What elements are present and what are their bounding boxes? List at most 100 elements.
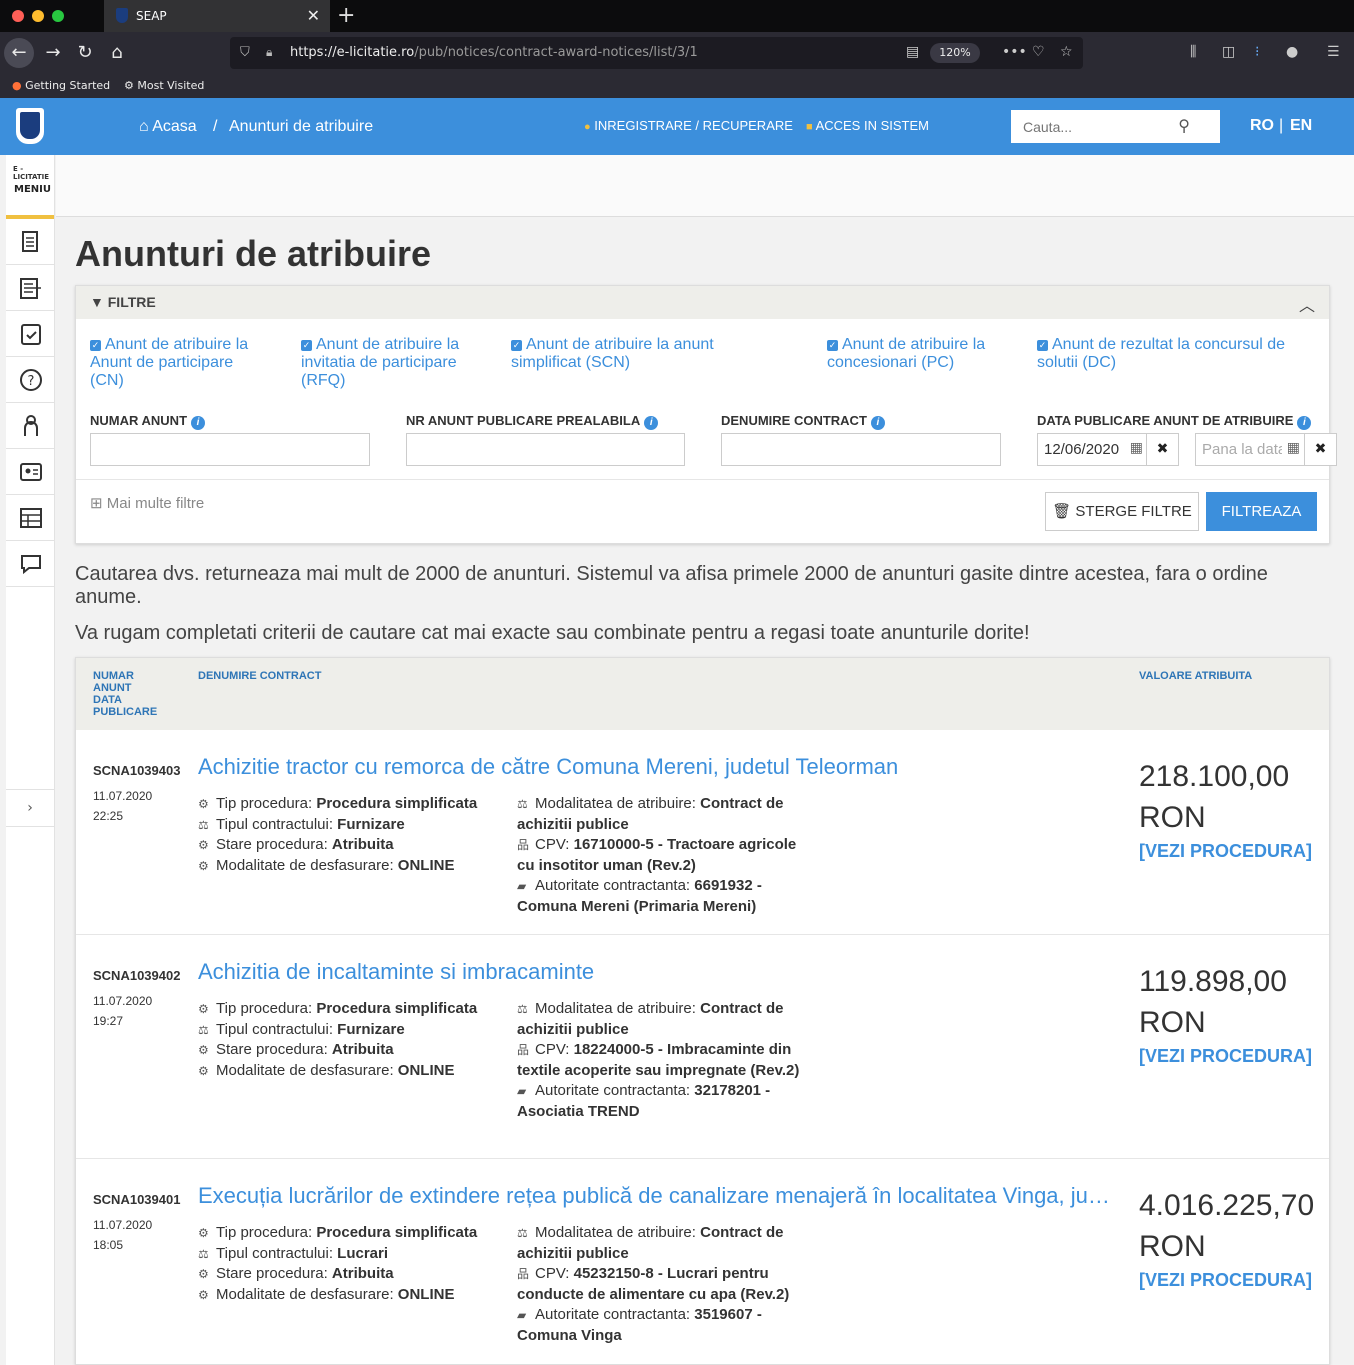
sidebar-item-user[interactable] bbox=[6, 403, 54, 449]
view-procedure-link[interactable]: [VEZI PROCEDURA] bbox=[1139, 1270, 1312, 1291]
info-icon[interactable]: i bbox=[644, 416, 659, 430]
firefox-icon: ● bbox=[12, 79, 22, 92]
sidebar-item-reports[interactable] bbox=[6, 495, 54, 541]
contract-title-link[interactable]: Execuția lucrărilor de extindere rețea p… bbox=[198, 1183, 1118, 1209]
clear-filters-button[interactable]: 🗑︎ STERGE FILTRE bbox=[1045, 492, 1199, 531]
site-logo[interactable] bbox=[16, 108, 44, 144]
breadcrumb-home[interactable]: ⌂ Acasa bbox=[139, 118, 197, 136]
minimize-window-button[interactable] bbox=[32, 10, 44, 22]
table-header: NUMAR ANUNT DATA PUBLICARE DENUMIRE CONT… bbox=[76, 658, 1329, 730]
numar-anunt-input[interactable] bbox=[90, 433, 370, 466]
register-link[interactable]: ● INREGISTRARE / RECUPERARE bbox=[584, 118, 793, 133]
lang-ro-link[interactable]: RO bbox=[1250, 117, 1274, 135]
date-to-field[interactable]: Pana la data ▦ bbox=[1195, 433, 1307, 466]
briefcase-icon: ▰ bbox=[517, 1084, 527, 1098]
filter-icon: ▼ bbox=[90, 294, 104, 310]
info-icon[interactable]: i bbox=[1297, 416, 1312, 430]
sidebar-toggle-icon[interactable]: ◫ bbox=[1222, 44, 1235, 60]
calendar-icon[interactable]: ▦ bbox=[1287, 440, 1300, 456]
apply-filter-button[interactable]: FILTREAZA bbox=[1206, 492, 1317, 531]
close-tab-icon[interactable]: ✕ bbox=[307, 6, 320, 25]
search-icon[interactable]: ⚲ bbox=[1178, 116, 1190, 135]
lock-icon[interactable]: 🔒︎ bbox=[266, 45, 272, 60]
reader-view-icon[interactable]: ▤ bbox=[906, 44, 919, 60]
bookmark-getting-started[interactable]: ● Getting Started bbox=[12, 79, 110, 92]
clear-date-from-button[interactable]: ✖ bbox=[1146, 433, 1179, 466]
checkbox-pc[interactable]: ✓ Anunt de atribuire la concesionari (PC) bbox=[827, 336, 1007, 372]
sidebar-item-checklist[interactable] bbox=[6, 311, 54, 357]
login-link[interactable]: ■ ACCES IN SISTEM bbox=[806, 118, 929, 133]
bookmark-star-icon[interactable]: ☆ bbox=[1060, 44, 1073, 60]
new-tab-icon[interactable]: + bbox=[337, 3, 355, 28]
tracking-shield-icon[interactable]: ⛉ bbox=[240, 45, 250, 60]
sidebar-item-help[interactable]: ? bbox=[6, 357, 54, 403]
table-row: SCNA1039401 11.07.2020 18:05 Execuția luc… bbox=[76, 1159, 1329, 1364]
denumire-contract-input[interactable] bbox=[721, 433, 1001, 466]
sidebar-menu-label[interactable]: MENIU bbox=[14, 184, 51, 195]
award-details: ⚖ Modalitatea de atribuire: Contract de a… bbox=[517, 1000, 800, 1120]
sidebar-expand-button[interactable]: › bbox=[6, 789, 54, 827]
home-icon: ⌂ bbox=[139, 118, 149, 135]
nr-prealabila-input[interactable] bbox=[406, 433, 685, 466]
checkbox-rfq[interactable]: ✓ Anunt de atribuire la invitatia de part… bbox=[301, 336, 481, 390]
col-header-valoare[interactable]: VALOARE ATRIBUITA bbox=[1139, 670, 1252, 682]
lang-en-link[interactable]: EN bbox=[1290, 117, 1312, 135]
clipboard-check-icon bbox=[21, 324, 41, 345]
calendar-icon[interactable]: ▦ bbox=[1130, 440, 1143, 456]
checkbox-checked-icon[interactable]: ✓ bbox=[827, 340, 838, 351]
checkbox-checked-icon[interactable]: ✓ bbox=[1037, 340, 1048, 351]
more-filters-toggle[interactable]: ⊞ Mai multe filtre bbox=[90, 494, 204, 512]
close-window-button[interactable] bbox=[12, 10, 24, 22]
view-procedure-link[interactable]: [VEZI PROCEDURA] bbox=[1139, 841, 1312, 862]
date-from-field[interactable]: 12/06/2020 ▦ bbox=[1037, 433, 1150, 466]
reload-icon[interactable]: ↻ bbox=[70, 38, 100, 68]
checkbox-checked-icon[interactable]: ✓ bbox=[511, 340, 522, 351]
clear-date-to-button[interactable]: ✖ bbox=[1304, 433, 1337, 466]
url-text[interactable]: https://e-licitatie.ro/pub/notices/contr… bbox=[290, 45, 698, 60]
breadcrumb-separator: / bbox=[213, 118, 218, 135]
checkbox-checked-icon[interactable]: ✓ bbox=[301, 340, 312, 351]
account-icon[interactable]: ● bbox=[1286, 44, 1298, 60]
browser-tab[interactable]: SEAP ✕ bbox=[104, 0, 330, 32]
filters-header[interactable]: ▼ FILTRE ︿ bbox=[76, 286, 1329, 319]
close-icon: ✖ bbox=[1314, 441, 1327, 457]
page-actions-icon[interactable]: ••• bbox=[1002, 44, 1027, 60]
collapse-chevron-icon[interactable]: ︿ bbox=[1299, 292, 1315, 316]
view-procedure-link[interactable]: [VEZI PROCEDURA] bbox=[1139, 1046, 1312, 1067]
contract-title-link[interactable]: Achizitie tractor cu remorca de către Co… bbox=[198, 754, 1118, 780]
sidebar-item-documents[interactable] bbox=[6, 219, 54, 265]
gear-icon: ⚙ bbox=[124, 79, 134, 92]
back-icon[interactable]: ← bbox=[4, 38, 34, 68]
filters-panel: ▼ FILTRE ︿ ✓ Anunt de atribuire la Anunt … bbox=[75, 285, 1337, 544]
cogs-icon: ⚙ bbox=[198, 797, 209, 811]
info-icon[interactable]: i bbox=[870, 416, 885, 430]
forward-icon[interactable]: → bbox=[38, 38, 68, 68]
sidebar-item-chat[interactable] bbox=[6, 541, 54, 587]
checkbox-dc[interactable]: ✓ Anunt de rezultat la concursul de solut… bbox=[1037, 336, 1322, 372]
address-bar[interactable]: ⛉ 🔒︎ https://e-licitatie.ro/pub/notices/… bbox=[230, 37, 1083, 69]
info-icon[interactable]: i bbox=[191, 416, 206, 430]
zoom-level[interactable]: 120% bbox=[930, 43, 980, 63]
sidebar-item-export[interactable] bbox=[6, 265, 54, 311]
cogs-icon: ⚙ bbox=[198, 1002, 209, 1016]
date-from-value[interactable]: 12/06/2020 bbox=[1044, 441, 1124, 458]
bookmark-most-visited[interactable]: ⚙ Most Visited bbox=[124, 79, 204, 92]
publish-date: 11.07.2020 19:27 bbox=[93, 994, 153, 1028]
extension-icon[interactable]: ⁝ bbox=[1255, 44, 1259, 60]
library-icon[interactable]: ⫼ bbox=[1190, 44, 1196, 60]
sidebar-item-contacts[interactable] bbox=[6, 449, 54, 495]
procedure-details: ⚙ Tip procedura: Procedura simplificata ⚖… bbox=[198, 999, 488, 1081]
date-to-placeholder[interactable]: Pana la data bbox=[1202, 441, 1282, 458]
pocket-icon[interactable]: ♡ bbox=[1032, 44, 1045, 60]
list-export-icon bbox=[20, 278, 41, 299]
checkbox-scn[interactable]: ✓ Anunt de atribuire la anunt simplificat… bbox=[511, 336, 771, 372]
checkbox-checked-icon[interactable]: ✓ bbox=[90, 340, 101, 351]
breadcrumb-current[interactable]: Anunturi de atribuire bbox=[229, 118, 373, 136]
maximize-window-button[interactable] bbox=[52, 10, 64, 22]
col-header-denumire[interactable]: DENUMIRE CONTRACT bbox=[198, 670, 321, 682]
hamburger-menu-icon[interactable]: ☰ bbox=[1327, 44, 1340, 60]
home-icon[interactable]: ⌂ bbox=[102, 38, 132, 68]
contract-title-link[interactable]: Achizitia de incaltaminte si imbracamint… bbox=[198, 959, 1118, 985]
col-header-numar[interactable]: NUMAR ANUNT DATA PUBLICARE bbox=[93, 670, 163, 718]
checkbox-cn[interactable]: ✓ Anunt de atribuire la Anunt de particip… bbox=[90, 336, 270, 390]
